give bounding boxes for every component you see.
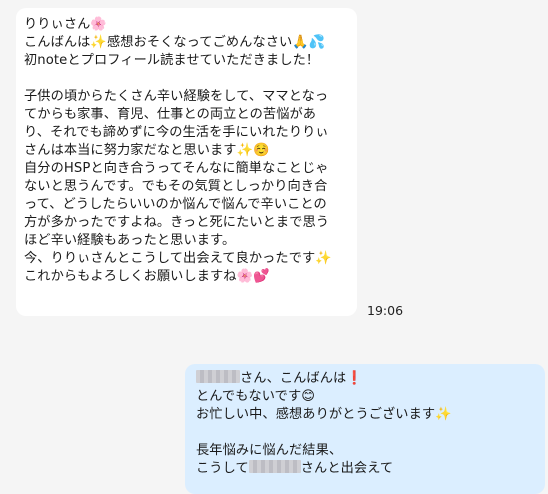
message-line: り、それでも諦めずに今の生活を手にいれたりりぃ xyxy=(24,125,329,140)
message-line: 初noteとプロフィール読ませていただきました！ xyxy=(24,53,320,68)
message-line: さんは本当に努力家だなと思います✨☺️ xyxy=(24,143,270,158)
line-prefix: こうして xyxy=(196,461,249,476)
message-timestamp: 19:06 xyxy=(367,303,404,318)
message-line: こんばんは✨感想おそくなってごめんなさい🙏💦 xyxy=(24,35,326,50)
message-line: 子供の頃からたくさん辛い経験をして、ママとなっ xyxy=(24,89,329,104)
redacted-name xyxy=(196,370,240,383)
redacted-name xyxy=(248,460,301,473)
message-line: これからもよろしくお願いしますね🌸💕 xyxy=(24,269,270,284)
message-line: ほど辛い経験もあったと思います。 xyxy=(24,233,236,248)
message-line: ないと思うんです。でもその気質としっかり向き合 xyxy=(24,179,328,194)
message-line: 今、りりぃさんとこうして出会えて良かったです✨ xyxy=(24,251,332,266)
message-line: てからも家事、育児、仕事との両立との苦悩があ xyxy=(24,107,317,122)
message-line: 自分のHSPと向き合うってそんなに簡単なことじゃ xyxy=(24,161,329,176)
message-line: って、どうしたらいいのか悩んで悩んで辛いことの xyxy=(24,197,327,212)
message-line: さん、こんばんは❗ xyxy=(196,370,535,388)
message-line: とんでもないです😊 xyxy=(196,389,316,404)
greeting-text: さん、こんばんは❗ xyxy=(240,371,363,386)
message-line: 長年悩みに悩んだ結果、 xyxy=(196,443,343,458)
incoming-message-bubble[interactable]: りりぃさん🌸 こんばんは✨感想おそくなってごめんなさい🙏💦 初noteとプロフィ… xyxy=(16,8,357,316)
line-suffix: さんと出会えて xyxy=(300,461,394,476)
message-line: りりぃさん🌸 xyxy=(24,17,107,32)
message-line: こうして さんと出会えて xyxy=(196,460,535,478)
outgoing-message-bubble[interactable]: さん、こんばんは❗ とんでもないです😊 お忙しい中、感想ありがとうございます✨ … xyxy=(185,364,545,494)
message-line: お忙しい中、感想ありがとうございます✨ xyxy=(196,407,452,422)
message-line: 方が多かったですよね。きっと死にたいとまで思う xyxy=(24,215,330,230)
